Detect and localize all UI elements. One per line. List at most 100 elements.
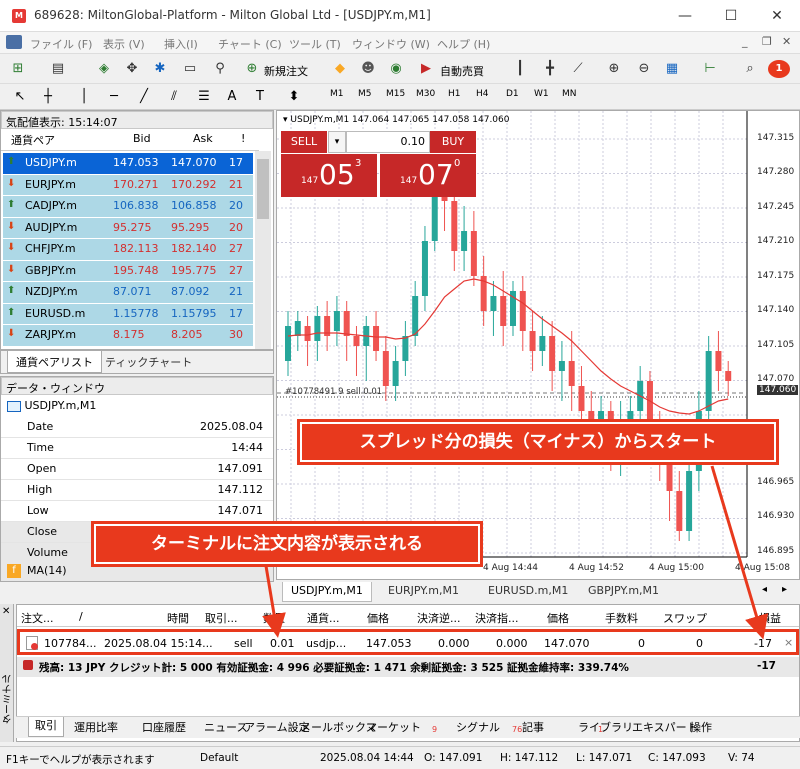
col-ask[interactable]: Ask bbox=[193, 132, 213, 145]
terminal-col-header[interactable]: 決済指... bbox=[475, 610, 519, 626]
terminal-col-header[interactable]: 時間 bbox=[167, 610, 189, 626]
terminal-tab[interactable]: マーケット bbox=[366, 719, 421, 735]
search-icon[interactable]: ⌕ bbox=[740, 59, 760, 79]
lot-down-icon[interactable]: ▾ bbox=[328, 131, 346, 153]
trendline-icon[interactable]: ╱ bbox=[134, 87, 154, 107]
terminal-tab[interactable]: 取引 bbox=[28, 717, 64, 737]
terminal-tab[interactable]: ライブラリ bbox=[578, 719, 633, 735]
terminal-col-header[interactable]: 損益 bbox=[759, 610, 781, 626]
terminal-close-icon[interactable]: ✕ bbox=[2, 606, 10, 617]
terminal-tab[interactable]: エキスパート bbox=[632, 719, 698, 735]
tf-m5[interactable]: M5 bbox=[358, 89, 372, 99]
market-watch-row[interactable]: ⬆ USDJPY.m 147.053 147.070 17 bbox=[3, 153, 253, 174]
candle-chart-icon[interactable]: ╋ bbox=[540, 59, 560, 79]
line-chart-icon[interactable]: ⟋ bbox=[568, 59, 588, 79]
maximize-button[interactable]: ☐ bbox=[708, 0, 754, 32]
terminal-tab[interactable]: 操作 bbox=[690, 719, 712, 735]
new-order-icon[interactable]: ⊕ bbox=[242, 59, 262, 79]
tab-tick-chart[interactable]: ティックチャート bbox=[105, 354, 192, 370]
tab-symbols[interactable]: 通貨ペアリスト bbox=[7, 351, 102, 373]
mdi-close-icon[interactable]: ✕ bbox=[782, 35, 791, 48]
label-icon[interactable]: T bbox=[250, 87, 270, 107]
user-icon[interactable]: ☻ bbox=[358, 59, 378, 79]
buy-price-button[interactable]: 147 07 0 bbox=[380, 154, 476, 197]
market-watch-row[interactable]: ⬆ CADJPY.m 106.838 106.858 20 bbox=[3, 196, 253, 217]
tf-mn[interactable]: MN bbox=[562, 89, 577, 99]
chart-tab-gbpjpy[interactable]: GBPJPY.m,M1 bbox=[580, 582, 667, 602]
market-watch-row[interactable]: ⬆ NZDJPY.m 87.071 87.092 21 bbox=[3, 282, 253, 303]
market-watch-row[interactable]: ⬆ EURUSD.m 1.15778 1.15795 17 bbox=[3, 303, 253, 324]
menu-view[interactable]: 表示 (V) bbox=[103, 36, 145, 52]
order-row[interactable]: 107784... 2025.08.04 15:14... sell 0.01 … bbox=[17, 629, 799, 655]
market-watch-row[interactable]: ⬇ CHFJPY.m 182.113 182.140 27 bbox=[3, 239, 253, 260]
profiles-icon[interactable]: ▤ bbox=[48, 59, 68, 79]
terminal-tab[interactable]: 口座履歴 bbox=[142, 719, 186, 735]
menu-window[interactable]: ウィンドウ (W) bbox=[352, 36, 430, 52]
buy-button[interactable]: BUY bbox=[430, 131, 476, 153]
autoscroll-icon[interactable]: ⊢ bbox=[700, 59, 720, 79]
horizontal-line-icon[interactable]: ─ bbox=[104, 87, 124, 107]
chart-tab-eurusd[interactable]: EURUSD.m,M1 bbox=[480, 582, 576, 602]
terminal-col-header[interactable]: 数量 bbox=[263, 610, 285, 626]
menu-insert[interactable]: 挿入(I) bbox=[164, 36, 198, 52]
status-profile[interactable]: Default bbox=[200, 752, 238, 764]
terminal-col-header[interactable]: / bbox=[79, 610, 83, 623]
crosshair-icon[interactable]: ┼ bbox=[38, 87, 58, 107]
mdi-minimize-icon[interactable]: _ bbox=[742, 35, 748, 48]
mdi-restore-icon[interactable]: ❐ bbox=[762, 35, 772, 48]
sell-button[interactable]: SELL bbox=[281, 131, 327, 153]
tf-m30[interactable]: M30 bbox=[416, 89, 435, 99]
price-chart[interactable]: ▾ USDJPY.m,M1 147.064 147.065 147.058 14… bbox=[276, 110, 800, 580]
tf-h1[interactable]: H1 bbox=[448, 89, 461, 99]
tile-windows-icon[interactable]: ▦ bbox=[662, 59, 682, 79]
market-watch-row[interactable]: ⬇ AUDJPY.m 95.275 95.295 20 bbox=[3, 217, 253, 238]
chart-tabs-right-icon[interactable]: ▸ bbox=[782, 584, 787, 595]
tf-m1[interactable]: M1 bbox=[330, 89, 344, 99]
terminal-col-header[interactable]: 注文... bbox=[21, 610, 54, 626]
notification-badge[interactable]: 1 bbox=[768, 60, 790, 78]
menu-chart[interactable]: チャート (C) bbox=[218, 36, 282, 52]
tf-w1[interactable]: W1 bbox=[534, 89, 549, 99]
new-order-label[interactable]: 新規注文 bbox=[264, 63, 308, 79]
menu-file[interactable]: ファイル (F) bbox=[30, 36, 92, 52]
sell-price-button[interactable]: 147 05 3 bbox=[281, 154, 377, 197]
chart-tab-usdjpy[interactable]: USDJPY.m,M1 bbox=[282, 582, 372, 602]
chart-tabs-left-icon[interactable]: ◂ bbox=[762, 584, 767, 595]
terminal-col-header[interactable]: 取引... bbox=[205, 610, 238, 626]
terminal-col-header[interactable]: 価格 bbox=[547, 610, 569, 626]
new-chart-icon[interactable]: ⊞ bbox=[8, 59, 28, 79]
zoom-out-icon[interactable]: ⊖ bbox=[634, 59, 654, 79]
text-icon[interactable]: A bbox=[222, 87, 242, 107]
market-watch-row[interactable]: ⬇ GBPJPY.m 195.748 195.775 27 bbox=[3, 260, 253, 281]
terminal-col-header[interactable]: 通貨... bbox=[307, 610, 340, 626]
data-window-icon[interactable]: ✥ bbox=[122, 59, 142, 79]
col-spread[interactable]: ! bbox=[241, 132, 245, 145]
tf-h4[interactable]: H4 bbox=[476, 89, 489, 99]
market-watch-row[interactable]: ⬇ ZARJPY.m 8.175 8.205 30 bbox=[3, 325, 253, 346]
terminal-tab[interactable]: ニュース bbox=[204, 719, 247, 735]
terminal-col-header[interactable]: 手数料 bbox=[605, 610, 638, 626]
tf-d1[interactable]: D1 bbox=[506, 89, 519, 99]
order-close-icon[interactable]: × bbox=[784, 636, 793, 649]
menu-help[interactable]: ヘルプ (H) bbox=[437, 36, 490, 52]
cursor-icon[interactable]: ↖ bbox=[10, 87, 30, 107]
zoom-in-icon[interactable]: ⊕ bbox=[604, 59, 624, 79]
signal-icon[interactable]: ◉ bbox=[386, 59, 406, 79]
close-button[interactable]: ✕ bbox=[754, 0, 800, 32]
market-watch-icon[interactable]: ◈ bbox=[94, 59, 114, 79]
terminal-tab[interactable]: 運用比率 bbox=[74, 719, 118, 735]
channel-icon[interactable]: ⫽ bbox=[164, 87, 184, 107]
tf-m15[interactable]: M15 bbox=[386, 89, 405, 99]
terminal-col-header[interactable]: 価格 bbox=[367, 610, 389, 626]
lot-input[interactable]: 0.10 bbox=[346, 131, 430, 153]
metaeditor-icon[interactable]: ◆ bbox=[330, 59, 350, 79]
vertical-line-icon[interactable]: │ bbox=[74, 87, 94, 107]
auto-trade-label[interactable]: 自動売買 bbox=[440, 63, 484, 79]
market-watch-row[interactable]: ⬇ EURJPY.m 170.271 170.292 21 bbox=[3, 174, 253, 195]
fibonacci-icon[interactable]: ☰ bbox=[194, 87, 214, 107]
market-watch-scrollbar[interactable] bbox=[255, 151, 271, 349]
arrows-icon[interactable]: ⬍ bbox=[284, 87, 304, 107]
terminal-tab[interactable]: シグナル bbox=[456, 719, 500, 735]
col-symbol[interactable]: 通貨ペア bbox=[11, 132, 55, 148]
tester-icon[interactable]: ⚲ bbox=[210, 59, 230, 79]
